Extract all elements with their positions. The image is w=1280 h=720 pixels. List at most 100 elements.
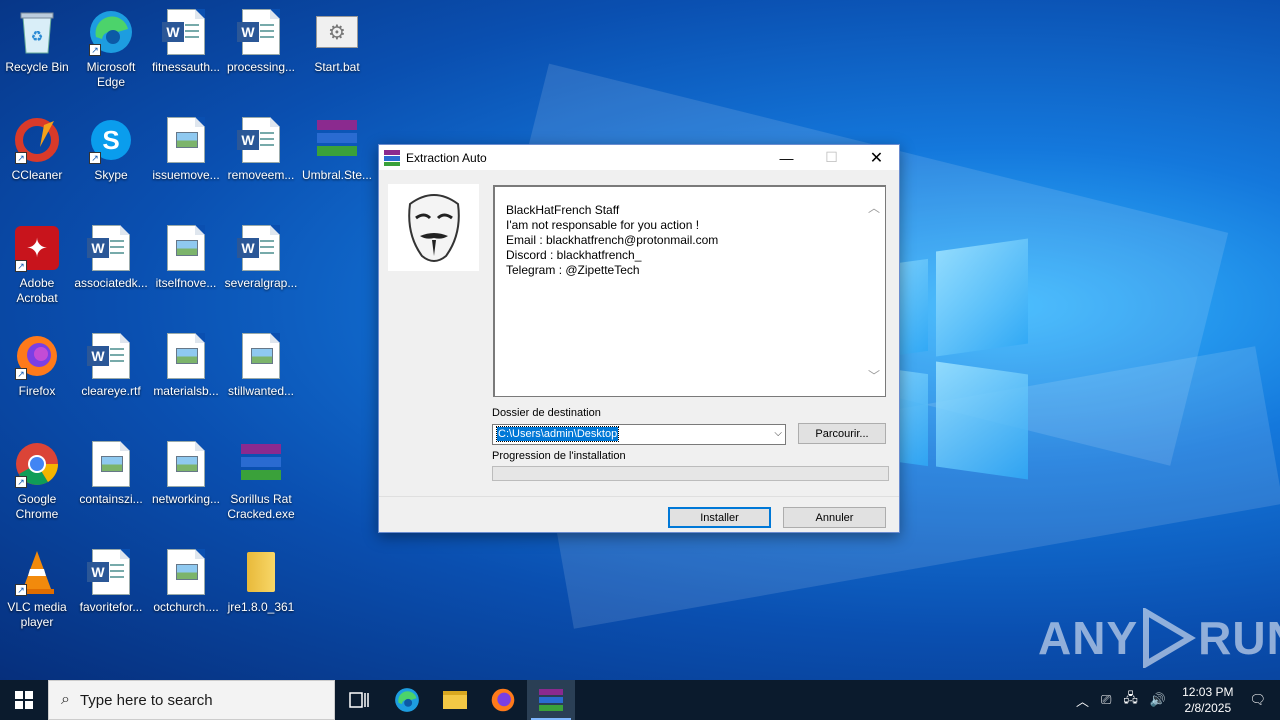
winrar-icon bbox=[539, 689, 563, 711]
minimize-icon: — bbox=[779, 149, 794, 166]
word-document-icon: W bbox=[237, 8, 285, 56]
windows-start-icon bbox=[15, 691, 33, 709]
extraction-dialog: Extraction Auto — ☐ ✕ BlackHatFrench Sta… bbox=[378, 144, 900, 533]
destination-value[interactable]: C:\Users\admin\Desktop bbox=[495, 426, 620, 442]
desktop-icon-word-doc[interactable]: W removeem... bbox=[223, 116, 299, 183]
progress-label: Progression de l'installation bbox=[492, 450, 626, 462]
firefox-icon bbox=[491, 688, 515, 712]
desktop-icon-firefox[interactable]: ↗ Firefox bbox=[0, 332, 75, 399]
search-placeholder: Type here to search bbox=[79, 691, 213, 709]
notifications-icon[interactable]: 🗨 bbox=[1249, 692, 1266, 708]
desktop-icon-winrar-exe[interactable]: Sorillus Rat Cracked.exe bbox=[223, 440, 299, 522]
maximize-icon: ☐ bbox=[825, 149, 838, 165]
maximize-button: ☐ bbox=[809, 145, 854, 170]
recycle-bin-icon: ♻ bbox=[13, 8, 61, 56]
desktop-icon-image-file[interactable]: itselfnove... bbox=[148, 224, 224, 291]
info-textarea[interactable]: BlackHatFrench Staff I'am not responsabl… bbox=[493, 185, 886, 397]
desktop-icon-vlc[interactable]: ↗ VLC media player bbox=[0, 548, 75, 630]
meet-now-icon[interactable]: ⎚ bbox=[1101, 692, 1111, 708]
desktop-icon-word-doc[interactable]: W cleareye.rtf bbox=[73, 332, 149, 399]
desktop-icon-word-doc[interactable]: W favoritefor... bbox=[73, 548, 149, 615]
desktop-icon-image-file[interactable]: stillwanted... bbox=[223, 332, 299, 399]
desktop-icon-image-file[interactable]: octchurch.... bbox=[148, 548, 224, 615]
desktop-icon-word-doc[interactable]: W associatedk... bbox=[73, 224, 149, 291]
dialog-titlebar[interactable]: Extraction Auto — ☐ ✕ bbox=[379, 145, 899, 170]
system-tray: ︿ ⎚ 🖧 🔊 12:03 PM 2/8/2025 🗨 bbox=[1070, 680, 1280, 720]
desktop-icon-image-file[interactable]: networking... bbox=[148, 440, 224, 507]
winrar-title-icon bbox=[384, 149, 400, 166]
word-document-icon: W bbox=[162, 8, 210, 56]
desktop-icon-image-file[interactable]: containszi... bbox=[73, 440, 149, 507]
image-file-icon bbox=[162, 440, 210, 488]
desktop-icon-word-doc[interactable]: W fitnessauth... bbox=[148, 8, 224, 75]
desktop-icon-google-chrome[interactable]: ↗ Google Chrome bbox=[0, 440, 75, 522]
destination-label: Dossier de destination bbox=[492, 407, 601, 419]
clock-date: 2/8/2025 bbox=[1184, 701, 1232, 715]
image-file-icon bbox=[237, 332, 285, 380]
taskbar-edge[interactable] bbox=[383, 680, 431, 720]
footer-divider bbox=[379, 496, 899, 497]
chevron-down-icon[interactable]: ⌵ bbox=[774, 428, 782, 439]
destination-combobox[interactable]: C:\Users\admin\Desktop ⌵ bbox=[492, 424, 786, 445]
scroll-down-icon[interactable]: ﹀ bbox=[868, 367, 880, 384]
close-button[interactable]: ✕ bbox=[854, 145, 899, 170]
desktop-icon-batch-file[interactable]: ⚙ Start.bat bbox=[299, 8, 375, 75]
task-view-icon bbox=[349, 692, 369, 708]
message-line: Email : blackhatfrench@protonmail.com bbox=[506, 233, 719, 247]
desktop-icon-folder[interactable]: jre1.8.0_361 bbox=[223, 548, 299, 615]
anonymous-mask-logo bbox=[388, 184, 479, 271]
message-line: BlackHatFrench Staff bbox=[506, 203, 620, 217]
desktop-icon-adobe-acrobat[interactable]: ✦ ↗ Adobe Acrobat bbox=[0, 224, 75, 306]
watermark-right-text: RUN bbox=[1198, 612, 1280, 664]
start-button[interactable] bbox=[0, 680, 48, 720]
desktop-icon-winrar-exe[interactable]: Umbral.Ste... bbox=[299, 116, 375, 183]
message-line: Discord : blackhatfrench_ bbox=[506, 248, 642, 262]
winrar-archive-icon bbox=[237, 440, 285, 488]
desktop-icon-edge[interactable]: ↗ Microsoft Edge bbox=[73, 8, 149, 90]
minimize-button[interactable]: — bbox=[764, 145, 809, 170]
message-line: Telegram : @ZipetteTech bbox=[506, 263, 640, 277]
dialog-title: Extraction Auto bbox=[406, 150, 487, 165]
desktop-icon-ccleaner[interactable]: ↗ CCleaner bbox=[0, 116, 75, 183]
image-file-icon bbox=[162, 332, 210, 380]
chrome-icon: ↗ bbox=[13, 440, 61, 488]
desktop-icon-word-doc[interactable]: W severalgrap... bbox=[223, 224, 299, 291]
image-file-icon bbox=[162, 548, 210, 596]
install-button[interactable]: Installer bbox=[668, 507, 771, 528]
network-icon[interactable]: 🖧 bbox=[1123, 689, 1138, 711]
taskbar-firefox[interactable] bbox=[479, 680, 527, 720]
browse-button[interactable]: Parcourir... bbox=[798, 423, 886, 444]
skype-icon: S ↗ bbox=[87, 116, 135, 164]
cancel-button[interactable]: Annuler bbox=[783, 507, 886, 528]
word-document-icon: W bbox=[87, 332, 135, 380]
desktop-icon-word-doc[interactable]: W processing... bbox=[223, 8, 299, 75]
anyrun-watermark: ANY RUN bbox=[1038, 608, 1280, 668]
folder-icon bbox=[237, 548, 285, 596]
edge-icon bbox=[395, 688, 419, 712]
taskbar-file-explorer[interactable] bbox=[431, 680, 479, 720]
desktop-icon-image-file[interactable]: issuemove... bbox=[148, 116, 224, 183]
play-icon bbox=[1143, 608, 1197, 668]
scroll-up-icon[interactable]: ︿ bbox=[868, 199, 880, 216]
taskbar-winrar[interactable] bbox=[527, 680, 575, 720]
desktop-icon-recycle-bin[interactable]: ♻ Recycle Bin bbox=[0, 8, 75, 75]
edge-icon: ↗ bbox=[87, 8, 135, 56]
message-line: I'am not responsable for you action ! bbox=[506, 218, 700, 232]
close-icon: ✕ bbox=[869, 149, 884, 167]
volume-icon[interactable]: 🔊 bbox=[1150, 692, 1166, 708]
clock[interactable]: 12:03 PM 2/8/2025 bbox=[1182, 684, 1233, 716]
taskbar-search-box[interactable]: ⌕ Type here to search bbox=[48, 680, 335, 720]
vlc-cone-icon: ↗ bbox=[13, 548, 61, 596]
ccleaner-icon: ↗ bbox=[13, 116, 61, 164]
desktop-icon-image-file[interactable]: materialsb... bbox=[148, 332, 224, 399]
watermark-left-text: ANY bbox=[1038, 612, 1139, 664]
firefox-icon: ↗ bbox=[13, 332, 61, 380]
taskbar: ⌕ Type here to search ︿ ⎚ 🖧 🔊 12:03 PM 2… bbox=[0, 680, 1280, 720]
word-document-icon: W bbox=[237, 224, 285, 272]
image-file-icon bbox=[87, 440, 135, 488]
chevron-up-icon[interactable]: ︿ bbox=[1076, 691, 1089, 710]
image-file-icon bbox=[162, 224, 210, 272]
task-view-button[interactable] bbox=[335, 680, 383, 720]
desktop-icon-skype[interactable]: S ↗ Skype bbox=[73, 116, 149, 183]
batch-file-gear-icon: ⚙ bbox=[313, 8, 361, 56]
